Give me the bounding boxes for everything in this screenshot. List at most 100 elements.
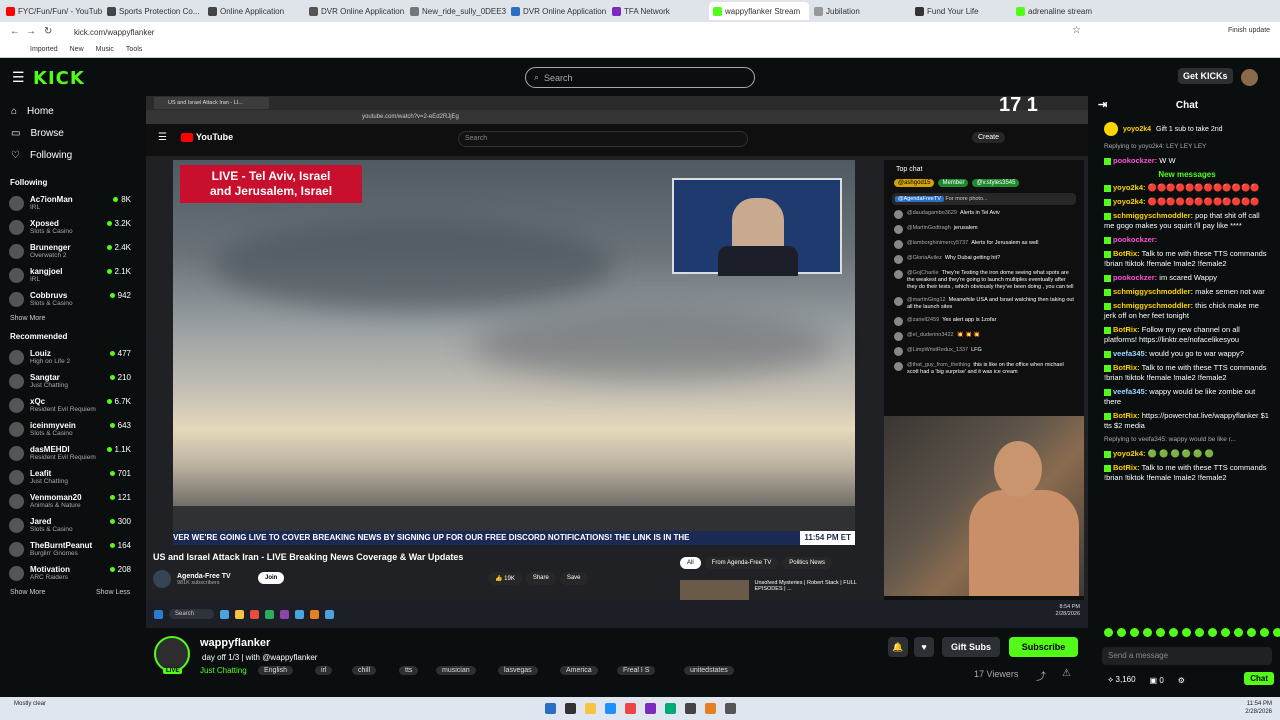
taskbar-app-icon[interactable] — [564, 703, 576, 714]
collapse-chat-icon[interactable]: ⇥ — [1098, 98, 1107, 111]
taskbar-app-icon[interactable] — [644, 703, 656, 714]
stream-tag[interactable]: Freal I S — [617, 666, 656, 675]
chat-username[interactable]: veefa345: — [1113, 349, 1147, 358]
stream-category[interactable]: Just Chatting — [200, 666, 247, 675]
nav-item-following[interactable]: ♡ Following — [0, 144, 140, 166]
emote-icon[interactable] — [1260, 628, 1269, 637]
url-field[interactable]: kick.com/wappyflanker — [74, 28, 154, 37]
browser-tab[interactable]: New_ride_sully_0DEE3 — [406, 2, 506, 20]
bookmark-item[interactable]: Music — [96, 46, 114, 53]
emote-icon[interactable] — [1130, 628, 1139, 637]
chat-username[interactable]: yoyo2k4: — [1113, 449, 1146, 458]
browser-tab[interactable]: Sports Protection Co... — [103, 2, 203, 20]
taskbar-app-icon[interactable] — [664, 703, 676, 714]
chat-input[interactable]: Send a message — [1102, 647, 1272, 665]
emote-icon[interactable] — [1169, 628, 1178, 637]
chat-username[interactable]: pookockzer: — [1113, 235, 1157, 244]
chat-username[interactable]: BotRix: — [1113, 411, 1140, 420]
browser-tab[interactable]: Online Application — [204, 2, 304, 20]
bookmark-item[interactable]: Imported — [30, 46, 58, 53]
emote-icon[interactable] — [1104, 628, 1113, 637]
show-more-following[interactable]: Show More — [0, 315, 140, 322]
chat-send-button[interactable]: Chat — [1244, 672, 1274, 685]
emote-icon[interactable] — [1156, 628, 1165, 637]
user-avatar[interactable] — [1241, 69, 1258, 86]
nav-item-home[interactable]: ⌂ Home — [0, 100, 140, 122]
stream-tag[interactable]: lasvegas — [498, 666, 538, 675]
taskbar-app-icon[interactable] — [624, 703, 636, 714]
taskbar-app-icon[interactable] — [604, 703, 616, 714]
sidebar-channel[interactable]: dasMEHDI Resident Evil Requiem 1.1K — [0, 441, 140, 465]
chat-username[interactable]: BotRix: — [1113, 363, 1140, 372]
streamer-avatar[interactable]: LIVE — [154, 636, 190, 674]
search-input[interactable]: ⌕ Search — [525, 67, 755, 88]
emote-icon[interactable] — [1143, 628, 1152, 637]
emote-icon[interactable] — [1117, 628, 1126, 637]
sidebar-channel[interactable]: Sangtar Just Chatting 210 — [0, 369, 140, 393]
chat-username[interactable]: BotRix: — [1113, 325, 1140, 334]
stream-tag[interactable]: unitedstates — [684, 666, 734, 675]
stream-tag[interactable]: chill — [352, 666, 377, 675]
emote-icon[interactable] — [1273, 628, 1280, 637]
sidebar-channel[interactable]: iceinmyvein Slots & Casino 643 — [0, 417, 140, 441]
show-more-recommended[interactable]: Show More Show Less — [0, 589, 140, 596]
sidebar-channel[interactable]: Xposed Slots & Casino 3.2K — [0, 215, 140, 239]
notification-bell-button[interactable]: 🔔 — [888, 637, 908, 657]
browser-tab[interactable]: Fund Your Life — [911, 2, 1011, 20]
browser-tab[interactable]: TFA Network — [608, 2, 708, 20]
streamer-name[interactable]: wappyflanker — [200, 637, 270, 649]
sidebar-channel[interactable]: Jared Slots & Casino 300 — [0, 513, 140, 537]
show-less-button[interactable]: Show Less — [96, 589, 130, 596]
sidebar-channel[interactable]: Motivation ARC Raiders 208 — [0, 561, 140, 585]
chat-username[interactable]: veefa345: — [1113, 387, 1147, 396]
bookmark-item[interactable]: Tools — [126, 46, 142, 53]
emote-icon[interactable] — [1208, 628, 1217, 637]
browser-tab[interactable]: FYC/Fun/Fun/ - YouTube — [2, 2, 102, 20]
gift-subs-button[interactable]: Gift Subs — [942, 637, 1000, 657]
stream-tag[interactable]: tts — [399, 666, 419, 675]
share-icon[interactable]: ⤴ — [1036, 668, 1046, 683]
chat-username[interactable]: BotRix: — [1113, 249, 1140, 258]
chat-username[interactable]: BotRix: — [1113, 463, 1140, 472]
video-player[interactable]: US and Israel Attack Iran - LI... youtub… — [146, 96, 1088, 628]
taskbar-app-icon[interactable] — [684, 703, 696, 714]
sidebar-channel[interactable]: Brunenger Overwatch 2 2.4K — [0, 239, 140, 263]
emote-icon[interactable] — [1195, 628, 1204, 637]
chat-settings-icon[interactable]: ⚙ — [1178, 676, 1185, 685]
chat-username[interactable]: pookockzer: — [1113, 273, 1157, 282]
browser-tab[interactable]: adrenaline stream — [1012, 2, 1112, 20]
browser-tab[interactable]: DVR Online Application — [507, 2, 607, 20]
chat-username[interactable]: yoyo2k4: — [1113, 197, 1146, 206]
taskbar-app-icon[interactable] — [704, 703, 716, 714]
sidebar-channel[interactable]: Ac7ionMan IRL 8K — [0, 191, 140, 215]
sidebar-channel[interactable]: Cobbruvs Slots & Casino 942 — [0, 287, 140, 311]
back-icon[interactable]: ← — [10, 26, 20, 37]
emote-icon[interactable] — [1182, 628, 1191, 637]
update-label[interactable]: Finish update — [1228, 27, 1270, 34]
forward-icon[interactable]: → — [26, 26, 36, 37]
stream-tag[interactable]: America — [560, 666, 598, 675]
sidebar-channel[interactable]: xQc Resident Evil Requiem 6.7K — [0, 393, 140, 417]
stream-tag[interactable]: irl — [315, 666, 333, 675]
report-icon[interactable]: ⚠ — [1062, 668, 1071, 679]
emote-icon[interactable] — [1247, 628, 1256, 637]
sidebar-channel[interactable]: Venmoman20 Animals & Nature 121 — [0, 489, 140, 513]
emote-icon[interactable] — [1234, 628, 1243, 637]
get-kicks-button[interactable]: Get KICKs — [1178, 68, 1233, 84]
star-icon[interactable]: ☆ — [1072, 25, 1081, 36]
bookmark-item[interactable]: New — [70, 46, 84, 53]
kick-logo[interactable]: KICK — [33, 68, 85, 89]
chat-username[interactable]: schmiggyschmoddler: — [1113, 301, 1193, 310]
weather-widget[interactable]: Mostly clear — [14, 701, 46, 707]
taskbar-app-icon[interactable] — [724, 703, 736, 714]
taskbar-app-icon[interactable] — [584, 703, 596, 714]
emote-icon[interactable] — [1221, 628, 1230, 637]
stream-tag[interactable]: English — [258, 666, 293, 675]
subscribe-button[interactable]: Subscribe — [1009, 637, 1078, 657]
os-clock[interactable]: 11:54 PM 2/28/2026 — [1245, 700, 1272, 716]
browser-tab[interactable]: DVR Online Application — [305, 2, 405, 20]
sidebar-channel[interactable]: Leafit Just Chatting 701 — [0, 465, 140, 489]
chat-username[interactable]: schmiggyschmoddler: — [1113, 211, 1193, 220]
menu-icon[interactable]: ☰ — [12, 69, 25, 86]
chat-username[interactable]: schmiggyschmoddler: — [1113, 287, 1193, 296]
